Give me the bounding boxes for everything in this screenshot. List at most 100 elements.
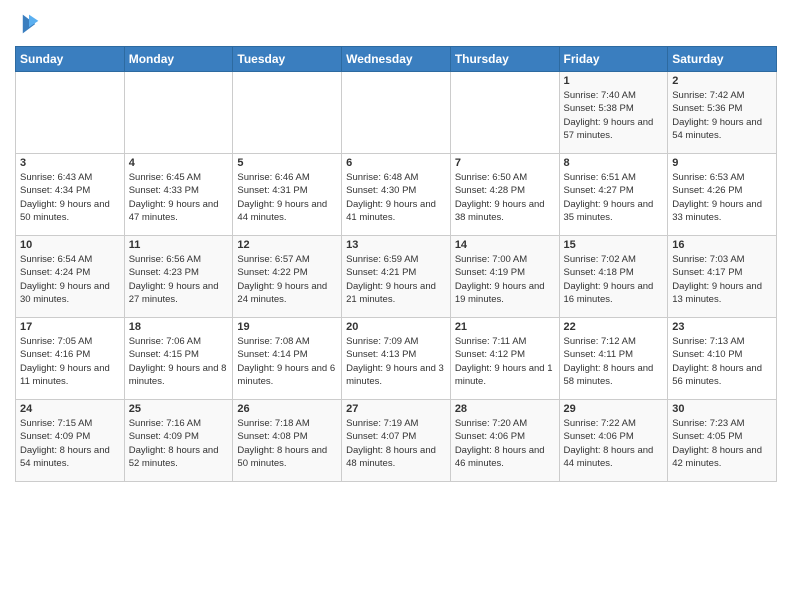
day-number: 22	[564, 321, 664, 333]
calendar-cell: 5 Sunrise: 6:46 AM Sunset: 4:31 PM Daylig…	[233, 154, 342, 236]
day-info: Sunrise: 6:46 AM Sunset: 4:31 PM Dayligh…	[237, 171, 337, 224]
day-number: 20	[346, 321, 446, 333]
calendar-cell: 2 Sunrise: 7:42 AM Sunset: 5:36 PM Daylig…	[668, 72, 777, 154]
header-monday: Monday	[124, 47, 233, 72]
calendar-cell: 24 Sunrise: 7:15 AM Sunset: 4:09 PM Dayli…	[16, 400, 125, 482]
day-number: 21	[455, 321, 555, 333]
day-info: Sunrise: 6:43 AM Sunset: 4:34 PM Dayligh…	[20, 171, 120, 224]
calendar-cell: 27 Sunrise: 7:19 AM Sunset: 4:07 PM Dayli…	[342, 400, 451, 482]
day-number: 19	[237, 321, 337, 333]
calendar-cell: 30 Sunrise: 7:23 AM Sunset: 4:05 PM Dayli…	[668, 400, 777, 482]
calendar-cell: 4 Sunrise: 6:45 AM Sunset: 4:33 PM Daylig…	[124, 154, 233, 236]
calendar-table: SundayMondayTuesdayWednesdayThursdayFrid…	[15, 46, 777, 482]
day-info: Sunrise: 7:23 AM Sunset: 4:05 PM Dayligh…	[672, 417, 772, 470]
calendar-cell: 10 Sunrise: 6:54 AM Sunset: 4:24 PM Dayli…	[16, 236, 125, 318]
calendar-cell: 16Sunrise: 7:03 AM Sunset: 4:17 PM Dayli…	[668, 236, 777, 318]
header-sunday: Sunday	[16, 47, 125, 72]
logo	[15, 10, 47, 38]
day-number: 1	[564, 75, 664, 87]
calendar-cell: 6 Sunrise: 6:48 AM Sunset: 4:30 PM Daylig…	[342, 154, 451, 236]
day-info: Sunrise: 7:15 AM Sunset: 4:09 PM Dayligh…	[20, 417, 120, 470]
day-info: Sunrise: 6:57 AM Sunset: 4:22 PM Dayligh…	[237, 253, 337, 306]
calendar-cell: 12 Sunrise: 6:57 AM Sunset: 4:22 PM Dayli…	[233, 236, 342, 318]
day-number: 12	[237, 239, 337, 251]
calendar-cell: 28 Sunrise: 7:20 AM Sunset: 4:06 PM Dayli…	[450, 400, 559, 482]
calendar-cell: 11 Sunrise: 6:56 AM Sunset: 4:23 PM Dayli…	[124, 236, 233, 318]
day-info: Sunrise: 7:06 AM Sunset: 4:15 PM Dayligh…	[129, 335, 229, 388]
calendar-cell: 22 Sunrise: 7:12 AM Sunset: 4:11 PM Dayli…	[559, 318, 668, 400]
day-number: 11	[129, 239, 229, 251]
day-number: 9	[672, 157, 772, 169]
calendar-cell	[450, 72, 559, 154]
calendar-cell: 9 Sunrise: 6:53 AM Sunset: 4:26 PM Daylig…	[668, 154, 777, 236]
day-number: 17	[20, 321, 120, 333]
day-info: Sunrise: 7:19 AM Sunset: 4:07 PM Dayligh…	[346, 417, 446, 470]
day-info: Sunrise: 7:05 AM Sunset: 4:16 PM Dayligh…	[20, 335, 120, 388]
day-number: 2	[672, 75, 772, 87]
day-info: Sunrise: 7:12 AM Sunset: 4:11 PM Dayligh…	[564, 335, 664, 388]
day-info: Sunrise: 7:40 AM Sunset: 5:38 PM Dayligh…	[564, 89, 664, 142]
day-info: Sunrise: 7:13 AM Sunset: 4:10 PM Dayligh…	[672, 335, 772, 388]
header-tuesday: Tuesday	[233, 47, 342, 72]
calendar-cell: 14Sunrise: 7:00 AM Sunset: 4:19 PM Dayli…	[450, 236, 559, 318]
day-info: Sunrise: 7:09 AM Sunset: 4:13 PM Dayligh…	[346, 335, 446, 388]
calendar-week-3: 17 Sunrise: 7:05 AM Sunset: 4:16 PM Dayli…	[16, 318, 777, 400]
header-friday: Friday	[559, 47, 668, 72]
day-info: Sunrise: 6:51 AM Sunset: 4:27 PM Dayligh…	[564, 171, 664, 224]
day-info: Sunrise: 7:11 AM Sunset: 4:12 PM Dayligh…	[455, 335, 555, 388]
calendar-cell: 23 Sunrise: 7:13 AM Sunset: 4:10 PM Dayli…	[668, 318, 777, 400]
calendar-cell: 15 Sunrise: 7:02 AM Sunset: 4:18 PM Dayli…	[559, 236, 668, 318]
day-number: 8	[564, 157, 664, 169]
day-info: Sunrise: 7:02 AM Sunset: 4:18 PM Dayligh…	[564, 253, 664, 306]
calendar-cell	[124, 72, 233, 154]
day-number: 18	[129, 321, 229, 333]
calendar-cell: 26 Sunrise: 7:18 AM Sunset: 4:08 PM Dayli…	[233, 400, 342, 482]
day-number: 27	[346, 403, 446, 415]
day-info: Sunrise: 6:56 AM Sunset: 4:23 PM Dayligh…	[129, 253, 229, 306]
header-wednesday: Wednesday	[342, 47, 451, 72]
day-number: 3	[20, 157, 120, 169]
day-number: 28	[455, 403, 555, 415]
calendar-week-2: 10 Sunrise: 6:54 AM Sunset: 4:24 PM Dayli…	[16, 236, 777, 318]
day-info: Sunrise: 7:18 AM Sunset: 4:08 PM Dayligh…	[237, 417, 337, 470]
day-info: Sunrise: 7:16 AM Sunset: 4:09 PM Dayligh…	[129, 417, 229, 470]
calendar-cell	[16, 72, 125, 154]
day-number: 15	[564, 239, 664, 251]
calendar-cell: 13 Sunrise: 6:59 AM Sunset: 4:21 PM Dayli…	[342, 236, 451, 318]
day-number: 23	[672, 321, 772, 333]
day-number: 10	[20, 239, 120, 251]
day-number: 25	[129, 403, 229, 415]
calendar-cell: 21 Sunrise: 7:11 AM Sunset: 4:12 PM Dayli…	[450, 318, 559, 400]
calendar-cell: 18 Sunrise: 7:06 AM Sunset: 4:15 PM Dayli…	[124, 318, 233, 400]
day-info: Sunrise: 6:48 AM Sunset: 4:30 PM Dayligh…	[346, 171, 446, 224]
day-info: Sunrise: 6:45 AM Sunset: 4:33 PM Dayligh…	[129, 171, 229, 224]
calendar-week-0: 1 Sunrise: 7:40 AM Sunset: 5:38 PM Daylig…	[16, 72, 777, 154]
day-number: 5	[237, 157, 337, 169]
day-info: Sunrise: 7:00 AM Sunset: 4:19 PM Dayligh…	[455, 253, 555, 306]
calendar-cell: 8 Sunrise: 6:51 AM Sunset: 4:27 PM Daylig…	[559, 154, 668, 236]
calendar-cell: 19 Sunrise: 7:08 AM Sunset: 4:14 PM Dayli…	[233, 318, 342, 400]
day-info: Sunrise: 7:42 AM Sunset: 5:36 PM Dayligh…	[672, 89, 772, 142]
day-number: 30	[672, 403, 772, 415]
day-number: 24	[20, 403, 120, 415]
calendar-cell: 29Sunrise: 7:22 AM Sunset: 4:06 PM Dayli…	[559, 400, 668, 482]
day-number: 16	[672, 239, 772, 251]
calendar-cell: 3 Sunrise: 6:43 AM Sunset: 4:34 PM Daylig…	[16, 154, 125, 236]
day-info: Sunrise: 6:53 AM Sunset: 4:26 PM Dayligh…	[672, 171, 772, 224]
day-number: 6	[346, 157, 446, 169]
calendar-cell	[342, 72, 451, 154]
calendar-cell: 7Sunrise: 6:50 AM Sunset: 4:28 PM Daylig…	[450, 154, 559, 236]
calendar-cell: 17 Sunrise: 7:05 AM Sunset: 4:16 PM Dayli…	[16, 318, 125, 400]
day-number: 13	[346, 239, 446, 251]
day-number: 26	[237, 403, 337, 415]
day-info: Sunrise: 6:54 AM Sunset: 4:24 PM Dayligh…	[20, 253, 120, 306]
calendar-cell	[233, 72, 342, 154]
day-info: Sunrise: 6:59 AM Sunset: 4:21 PM Dayligh…	[346, 253, 446, 306]
day-info: Sunrise: 7:22 AM Sunset: 4:06 PM Dayligh…	[564, 417, 664, 470]
day-info: Sunrise: 6:50 AM Sunset: 4:28 PM Dayligh…	[455, 171, 555, 224]
header-saturday: Saturday	[668, 47, 777, 72]
day-info: Sunrise: 7:20 AM Sunset: 4:06 PM Dayligh…	[455, 417, 555, 470]
header	[15, 10, 777, 38]
day-info: Sunrise: 7:08 AM Sunset: 4:14 PM Dayligh…	[237, 335, 337, 388]
day-number: 4	[129, 157, 229, 169]
